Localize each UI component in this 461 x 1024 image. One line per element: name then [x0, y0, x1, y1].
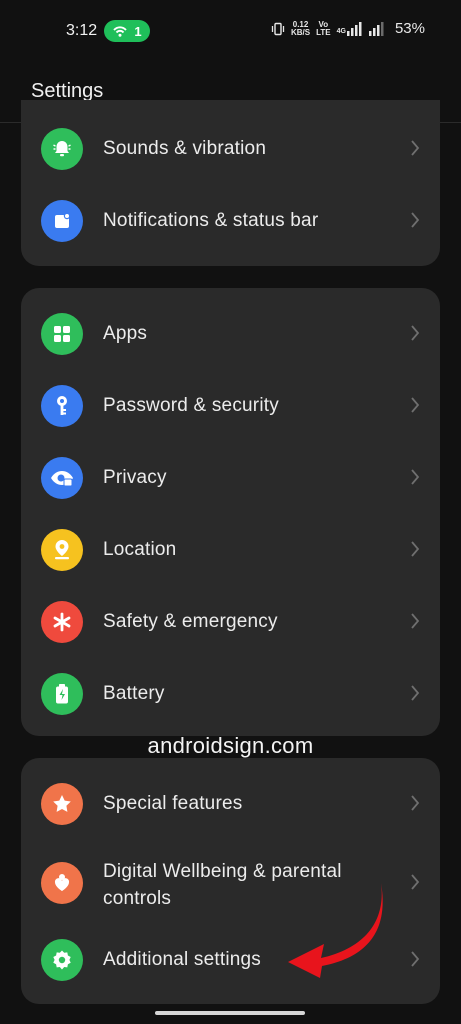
home-indicator[interactable] — [155, 1011, 305, 1015]
privacy-eye-lock-icon — [51, 471, 73, 487]
wellbeing-heart-icon — [54, 874, 70, 891]
icon-circle — [41, 783, 83, 825]
chevron-right-icon — [411, 469, 420, 485]
settings-item-label: Special features — [103, 793, 243, 814]
key-icon — [57, 396, 67, 415]
settings-item-location[interactable]: Location — [21, 514, 440, 586]
apps-grid-icon — [54, 326, 70, 342]
settings-item-password-security[interactable]: Password & security — [21, 370, 440, 442]
settings-item-apps[interactable]: Apps — [21, 298, 440, 370]
system-icons: 0.12 KB/S Vo LTE 4G 53% — [271, 20, 425, 37]
chevron-right-icon — [411, 140, 420, 156]
chevron-right-icon — [411, 541, 420, 557]
settings-item-label: Battery — [103, 683, 165, 704]
settings-item-privacy[interactable]: Privacy — [21, 442, 440, 514]
icon-circle — [41, 601, 83, 643]
hotspot-indicator: 1 — [104, 20, 150, 42]
annotation-arrow-icon — [288, 883, 383, 978]
signal-strength-icon — [346, 21, 362, 36]
icon-circle — [41, 200, 83, 242]
settings-item-special-features[interactable]: Special features — [21, 768, 440, 840]
bell-icon — [53, 141, 71, 157]
icon-circle — [41, 385, 83, 427]
chevron-right-icon — [411, 951, 420, 967]
gear-icon — [53, 950, 71, 970]
icon-circle — [41, 313, 83, 355]
hotspot-count: 1 — [134, 23, 142, 39]
settings-item-label: Apps — [103, 323, 148, 344]
settings-group-sound-notifications: Sounds & vibration Notifications & statu… — [21, 100, 440, 266]
chevron-right-icon — [411, 325, 420, 341]
settings-group-apps-security: Apps Password & security Privacy Locatio… — [21, 288, 440, 736]
chevron-right-icon — [411, 613, 420, 629]
settings-item-label: Additional settings — [103, 949, 262, 970]
star-icon — [53, 795, 71, 812]
icon-circle — [41, 939, 83, 981]
chevron-right-icon — [411, 874, 420, 890]
settings-item-sounds-vibration[interactable]: Sounds & vibration — [21, 113, 440, 185]
icon-circle — [41, 529, 83, 571]
chevron-right-icon — [411, 397, 420, 413]
battery-icon — [56, 684, 68, 704]
location-pin-icon — [55, 540, 69, 560]
settings-item-notifications-status-bar[interactable]: Notifications & status bar — [21, 185, 440, 257]
battery-percentage: 53% — [394, 20, 425, 37]
chevron-right-icon — [411, 212, 420, 228]
hotspot-icon — [113, 26, 128, 37]
clock: 3:12 — [66, 22, 98, 39]
icon-circle — [41, 128, 83, 170]
chevron-right-icon — [411, 795, 420, 811]
icon-circle — [41, 673, 83, 715]
network-speed: 0.12 KB/S — [290, 19, 311, 37]
watermark: androidsign.com — [147, 733, 314, 758]
icon-circle — [41, 457, 83, 499]
notification-icon — [55, 212, 71, 228]
chevron-right-icon — [411, 685, 420, 701]
vibrate-icon — [271, 22, 285, 35]
signal-strength-icon-2 — [368, 21, 384, 36]
settings-item-label: Location — [103, 539, 177, 560]
settings-item-label: Safety & emergency — [103, 611, 278, 632]
settings-item-label: Sounds & vibration — [103, 138, 267, 159]
settings-item-battery[interactable]: Battery — [21, 658, 440, 730]
asterisk-icon — [53, 612, 71, 632]
settings-item-label: Notifications & status bar — [103, 210, 319, 231]
icon-circle — [41, 862, 83, 904]
status-bar: 3:12 1 0.12 KB/S Vo LTE 4G 53% — [0, 0, 461, 62]
settings-item-label: Password & security — [103, 395, 279, 416]
volte-indicator: Vo LTE — [316, 19, 331, 37]
signal-4g: 4G — [337, 21, 363, 36]
settings-item-safety-emergency[interactable]: Safety & emergency — [21, 586, 440, 658]
settings-item-label: Privacy — [103, 467, 167, 488]
